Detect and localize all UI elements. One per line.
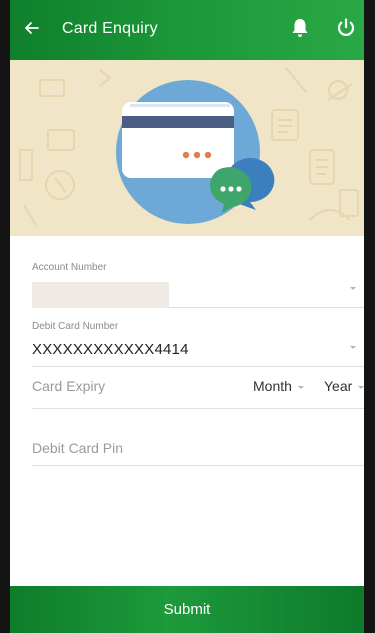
chevron-down-icon [358,385,364,389]
arrow-left-icon[interactable] [22,18,42,38]
year-select[interactable]: Year [324,378,364,394]
chevron-down-icon [297,385,304,389]
debit-card-number-label: Debit Card Number [32,321,119,332]
debit-card-number-value: XXXXXXXXXXXX4414 [32,341,189,358]
power-icon[interactable] [335,17,357,39]
card-chat-illustration [116,80,275,224]
screen-border-left [0,0,10,633]
page-title: Card Enquiry [62,20,158,37]
account-number-field[interactable]: Account Number [32,258,364,308]
year-select-label: Year [324,378,353,394]
submit-button[interactable]: Submit [10,586,364,633]
chevron-down-icon[interactable] [350,346,356,349]
card-expiry-field: Card Expiry Month Year [32,366,364,409]
banner [10,60,364,236]
app-screen: Card Enquiry Account Number Debit Card N… [10,0,364,633]
banner-background-pattern [19,67,359,226]
app-frame: Card Enquiry Account Number Debit Card N… [0,0,375,633]
debit-card-number-field[interactable]: Debit Card Number XXXXXXXXXXXX4414 [32,317,364,367]
screen-border-right [364,0,375,633]
chevron-down-icon[interactable] [350,287,356,290]
month-select[interactable]: Month [253,378,304,394]
account-number-masked-value [32,282,169,308]
bell-icon[interactable] [290,17,310,39]
card-expiry-label: Card Expiry [32,378,106,394]
debit-card-pin-field[interactable]: Debit Card Pin [32,426,364,466]
app-header: Card Enquiry [10,0,364,60]
month-select-label: Month [253,378,292,394]
debit-card-pin-input: Debit Card Pin [32,440,124,456]
account-number-label: Account Number [32,262,107,273]
